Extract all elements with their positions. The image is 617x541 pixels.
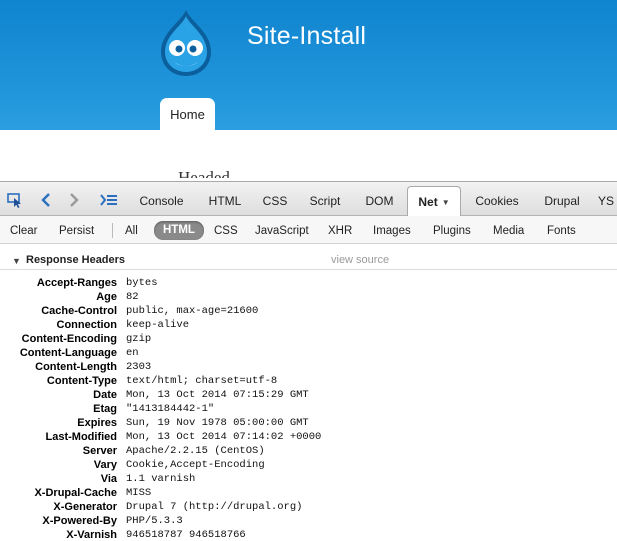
- tab-drupal[interactable]: Drupal: [533, 186, 591, 216]
- header-value: Drupal 7 (http://drupal.org): [126, 501, 303, 513]
- header-value: Mon, 13 Oct 2014 07:15:29 GMT: [126, 389, 309, 401]
- header-value: text/html; charset=utf-8: [126, 375, 278, 387]
- header-value: 946518787 946518766: [126, 529, 246, 541]
- inspect-element-icon[interactable]: [6, 191, 24, 209]
- clear-button[interactable]: Clear: [10, 223, 37, 239]
- header-row: Vary Cookie,Accept-Encoding: [0, 458, 617, 472]
- firebug-panel: Console HTML CSS Script DOM Net ▼ Cookies…: [0, 181, 617, 541]
- back-arrow-icon[interactable]: [38, 191, 54, 209]
- header-row: Server Apache/2.2.15 (CentOS): [0, 444, 617, 458]
- filter-fonts[interactable]: Fonts: [547, 223, 576, 239]
- header-row: Via 1.1 varnish: [0, 472, 617, 486]
- header-name: Date: [93, 389, 117, 401]
- header-row: Content-Encoding gzip: [0, 332, 617, 346]
- header-value: Mon, 13 Oct 2014 07:14:02 +0000: [126, 431, 322, 443]
- header-row: X-Drupal-Cache MISS: [0, 486, 617, 500]
- header-value: gzip: [126, 333, 152, 345]
- header-name: Last-Modified: [45, 431, 118, 443]
- tab-net-label: Net: [418, 195, 438, 209]
- header-row: Connection keep-alive: [0, 318, 617, 332]
- header-value: Apache/2.2.15 (CentOS): [126, 445, 265, 457]
- header-row: Cache-Control public, max-age=21600: [0, 304, 617, 318]
- filter-xhr[interactable]: XHR: [328, 223, 352, 239]
- header-value: 82: [126, 291, 139, 303]
- header-name: X-Varnish: [66, 529, 117, 541]
- header-row: Date Mon, 13 Oct 2014 07:15:29 GMT: [0, 388, 617, 402]
- header-value: Cookie,Accept-Encoding: [126, 459, 265, 471]
- tab-html[interactable]: HTML: [199, 186, 251, 216]
- tab-css[interactable]: CSS: [257, 186, 293, 216]
- tab-console[interactable]: Console: [130, 186, 193, 216]
- header-name: Content-Type: [46, 375, 117, 387]
- header-value: 1.1 varnish: [126, 473, 196, 485]
- header-value: public, max-age=21600: [126, 305, 259, 317]
- header-name: Expires: [77, 417, 117, 429]
- tab-ys[interactable]: YS: [598, 186, 617, 216]
- header-value: MISS: [126, 487, 152, 499]
- header-name: Content-Language: [19, 347, 117, 359]
- header-name: Accept-Ranges: [36, 277, 117, 289]
- header-name: X-Drupal-Cache: [34, 487, 117, 499]
- filter-plugins[interactable]: Plugins: [433, 223, 471, 239]
- header-value: keep-alive: [126, 319, 190, 331]
- header-value: Sun, 19 Nov 1978 05:00:00 GMT: [126, 417, 309, 429]
- header-row: Age 82: [0, 290, 617, 304]
- divider: [112, 223, 113, 238]
- chevron-down-icon[interactable]: ▼: [442, 198, 450, 207]
- persist-button[interactable]: Persist: [59, 223, 94, 239]
- header-name: Content-Encoding: [21, 333, 117, 345]
- header-name: Etag: [93, 403, 117, 415]
- filter-html[interactable]: HTML: [154, 221, 204, 240]
- header-name: X-Powered-By: [42, 515, 117, 527]
- header-row: Content-Type text/html; charset=utf-8: [0, 374, 617, 388]
- header-name: Vary: [93, 459, 117, 471]
- expanded-triangle-icon[interactable]: ▼: [12, 256, 21, 266]
- header-name: Content-Length: [35, 361, 117, 373]
- header-name: Via: [100, 473, 117, 485]
- filter-media[interactable]: Media: [493, 223, 524, 239]
- response-headers-section-header[interactable]: ▼ Response Headers view source: [0, 252, 617, 270]
- header-name: Connection: [56, 319, 118, 331]
- command-line-icon[interactable]: [99, 191, 119, 209]
- filter-images[interactable]: Images: [373, 223, 411, 239]
- page-heading-partial: Headed: [178, 168, 230, 178]
- header-row: X-Generator Drupal 7 (http://drupal.org): [0, 500, 617, 514]
- drupal-drop-logo-icon[interactable]: [155, 8, 217, 78]
- filter-css[interactable]: CSS: [214, 223, 238, 239]
- header-row: X-Varnish 946518787 946518766: [0, 528, 617, 541]
- header-row: Last-Modified Mon, 13 Oct 2014 07:14:02 +…: [0, 430, 617, 444]
- header-row: Expires Sun, 19 Nov 1978 05:00:00 GMT: [0, 416, 617, 430]
- header-row: Accept-Ranges bytes: [0, 276, 617, 290]
- tab-net[interactable]: Net ▼: [407, 186, 461, 217]
- header-value: bytes: [126, 277, 158, 289]
- header-row: Content-Length 2303: [0, 360, 617, 374]
- header-name: X-Generator: [53, 501, 117, 513]
- header-row: Etag "1413184442-1": [0, 402, 617, 416]
- header-name: Age: [96, 291, 117, 303]
- tab-dom[interactable]: DOM: [357, 186, 402, 216]
- tab-cookies[interactable]: Cookies: [467, 186, 527, 216]
- header-value: PHP/5.3.3: [126, 515, 183, 527]
- site-header: Site-Install Home: [0, 0, 617, 130]
- response-headers-title: Response Headers: [26, 254, 126, 266]
- header-row: X-Powered-By PHP/5.3.3: [0, 514, 617, 528]
- view-source-link[interactable]: view source: [331, 254, 389, 266]
- header-value: en: [126, 347, 139, 359]
- nav-tab-home[interactable]: Home: [160, 98, 215, 130]
- net-filter-bar: Clear Persist All HTML CSS JavaScript XH…: [0, 216, 617, 244]
- header-row: Content-Language en: [0, 346, 617, 360]
- header-name: Server: [82, 445, 117, 457]
- forward-arrow-icon[interactable]: [66, 191, 82, 209]
- site-name[interactable]: Site-Install: [247, 22, 366, 51]
- header-name: Cache-Control: [41, 305, 117, 317]
- firebug-toolbar: Console HTML CSS Script DOM Net ▼ Cookies…: [0, 182, 617, 217]
- response-headers-list: Accept-Ranges bytes Age 82 Cache-Control publ…: [0, 276, 617, 541]
- tab-script[interactable]: Script: [300, 186, 350, 216]
- header-value: "1413184442-1": [126, 403, 215, 415]
- header-value: 2303: [126, 361, 152, 373]
- filter-all[interactable]: All: [125, 223, 138, 239]
- filter-javascript[interactable]: JavaScript: [255, 223, 309, 239]
